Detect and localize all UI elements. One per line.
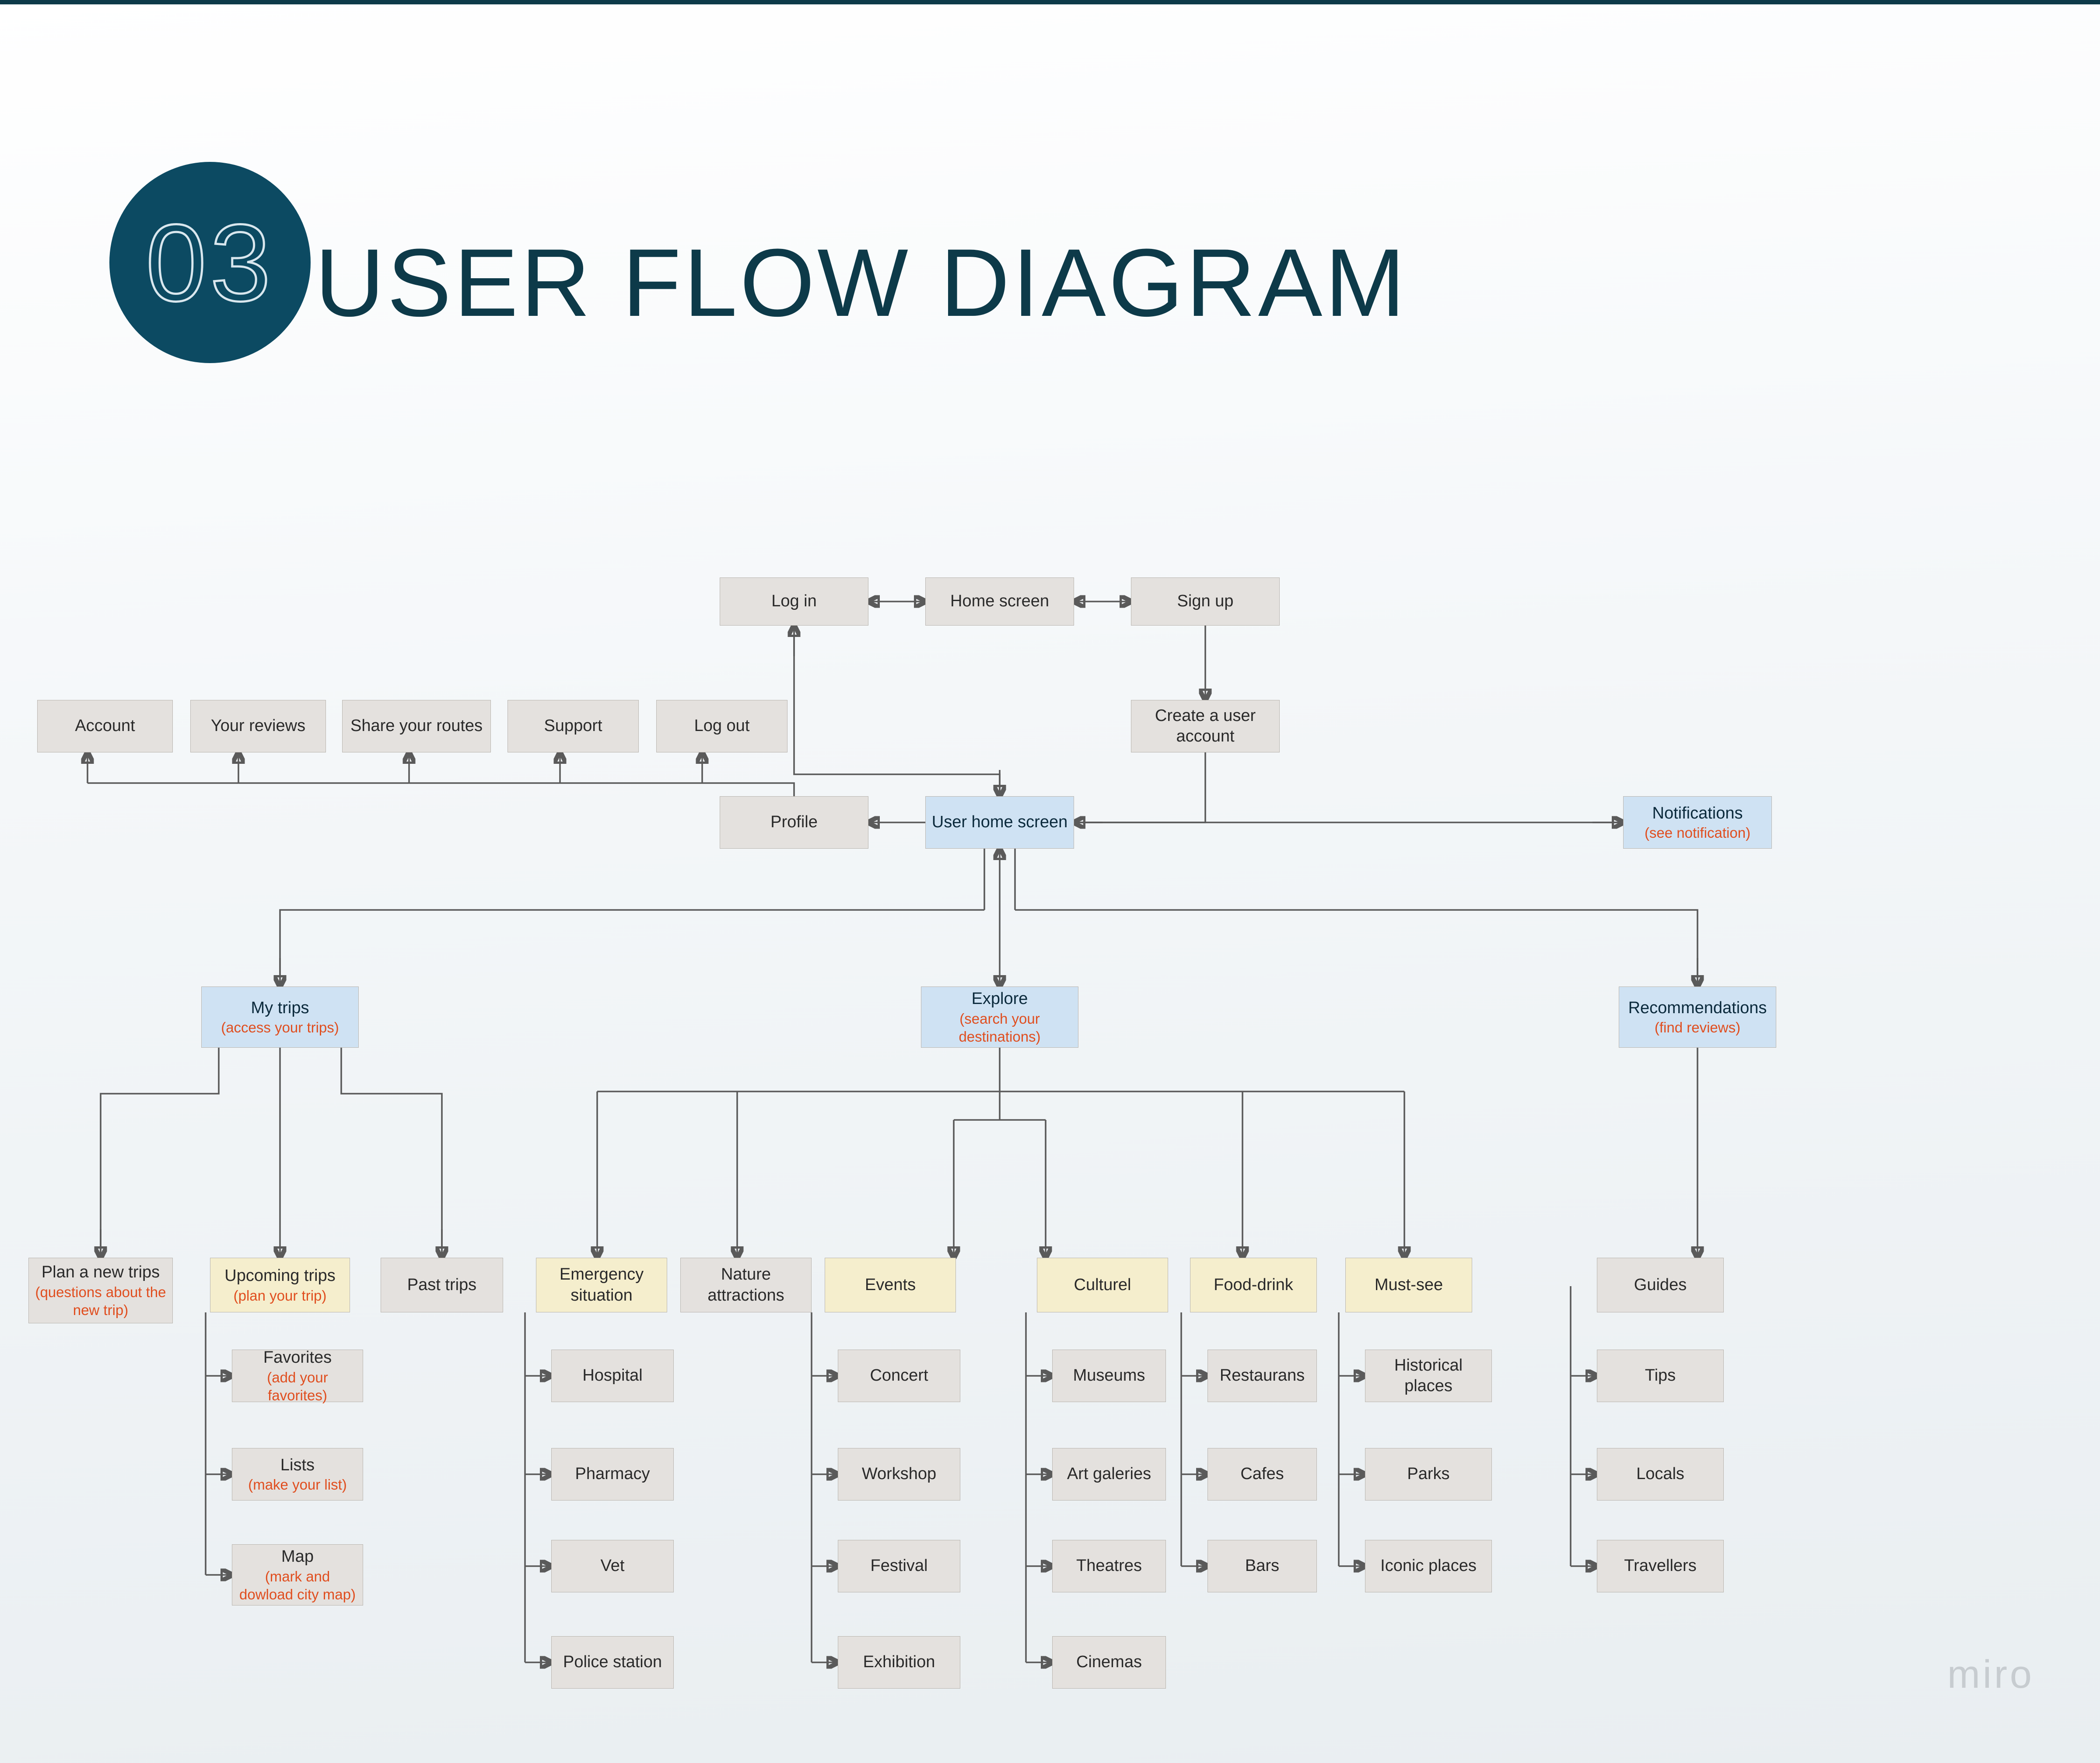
node-notifications: Notifications(see notification): [1623, 796, 1772, 849]
node-share-routes: Share your routes: [342, 700, 491, 752]
node-iconic: Iconic places: [1365, 1540, 1492, 1592]
node-guides: Guides: [1597, 1258, 1724, 1312]
node-past-trips: Past trips: [381, 1258, 503, 1312]
node-theatres: Theatres: [1052, 1540, 1166, 1592]
node-pharmacy: Pharmacy: [551, 1448, 674, 1501]
node-museums: Museums: [1052, 1350, 1166, 1402]
node-tips: Tips: [1597, 1350, 1724, 1402]
node-your-reviews: Your reviews: [190, 700, 326, 752]
node-map: Map(mark and dowload city map): [232, 1544, 363, 1606]
node-workshop: Workshop: [838, 1448, 960, 1501]
node-support: Support: [508, 700, 639, 752]
node-login: Log in: [720, 577, 868, 626]
node-galeries: Art galeries: [1052, 1448, 1166, 1501]
miro-watermark: miro: [1947, 1652, 2034, 1697]
node-bars: Bars: [1208, 1540, 1317, 1592]
node-historical: Historical places: [1365, 1350, 1492, 1402]
node-recommendations: Recommendations(find reviews): [1619, 986, 1776, 1048]
node-signup: Sign up: [1131, 577, 1280, 626]
node-home-screen: Home screen: [925, 577, 1074, 626]
node-festival: Festival: [838, 1540, 960, 1592]
node-vet: Vet: [551, 1540, 674, 1592]
node-logout: Log out: [656, 700, 788, 752]
node-cinemas: Cinemas: [1052, 1636, 1166, 1689]
node-explore: Explore(search your destinations): [921, 986, 1078, 1048]
node-events: Events: [825, 1258, 956, 1312]
node-locals: Locals: [1597, 1448, 1724, 1501]
node-culturel: Culturel: [1037, 1258, 1168, 1312]
node-cafes: Cafes: [1208, 1448, 1317, 1501]
node-food: Food-drink: [1190, 1258, 1317, 1312]
node-profile: Profile: [720, 796, 868, 849]
node-concert: Concert: [838, 1350, 960, 1402]
node-favorites: Favorites(add your favorites): [232, 1350, 363, 1402]
node-upcoming: Upcoming trips(plan your trip): [210, 1258, 350, 1312]
node-mustsee: Must-see: [1345, 1258, 1472, 1312]
node-create-account: Create a user account: [1131, 700, 1280, 752]
node-nature: Nature attractions: [680, 1258, 812, 1312]
node-parks: Parks: [1365, 1448, 1492, 1501]
node-hospital: Hospital: [551, 1350, 674, 1402]
node-travellers: Travellers: [1597, 1540, 1724, 1592]
node-exhibition: Exhibition: [838, 1636, 960, 1689]
node-plan-trip: Plan a new trips(questions about the new…: [28, 1258, 173, 1323]
node-my-trips: My trips(access your trips): [201, 986, 359, 1048]
node-account: Account: [37, 700, 173, 752]
node-police: Police station: [551, 1636, 674, 1689]
node-restaurans: Restaurans: [1208, 1350, 1317, 1402]
node-lists: Lists(make your list): [232, 1448, 363, 1501]
diagram-canvas: Log in Home screen Sign up Create a user…: [0, 0, 2100, 1763]
node-user-home: User home screen: [925, 796, 1074, 849]
node-emergency: Emergency situation: [536, 1258, 667, 1312]
